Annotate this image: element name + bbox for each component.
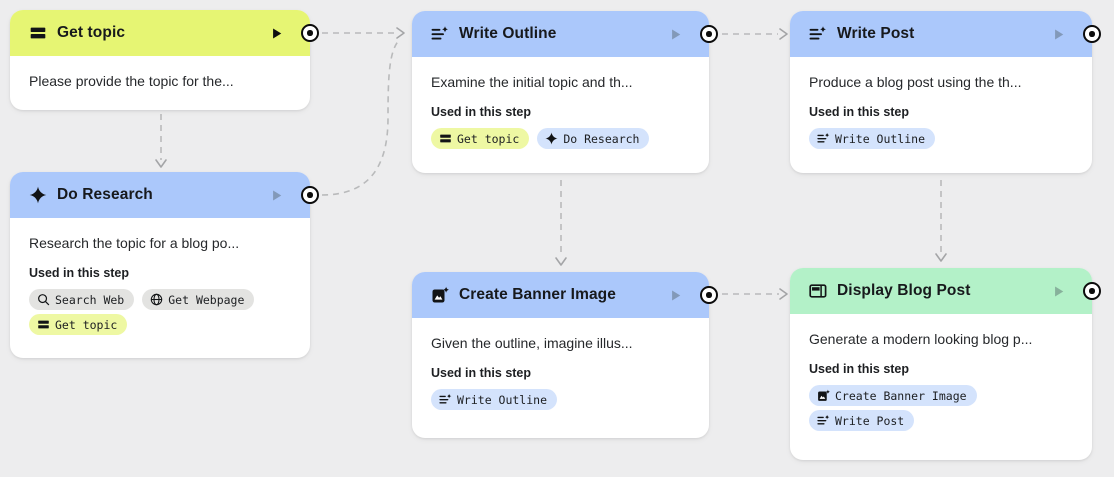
edge-do-research-to-write-outline	[322, 39, 400, 195]
run-step-button[interactable]	[271, 188, 284, 202]
chip-label: Search Web	[55, 293, 124, 307]
write-icon	[817, 414, 830, 427]
node-body: Given the outline, imagine illus... Used …	[412, 318, 709, 410]
reference-chip[interactable]: Write Post	[809, 410, 914, 431]
run-step-button[interactable]	[1053, 284, 1066, 298]
node-body: Examine the initial topic and th... Used …	[412, 57, 709, 149]
chip-label: Write Outline	[835, 132, 925, 146]
write-icon	[817, 132, 830, 145]
chip-label: Get topic	[55, 318, 117, 332]
edge-arrowhead	[556, 258, 566, 265]
run-step-button[interactable]	[670, 288, 683, 302]
node-card-create-banner-image[interactable]: Create Banner Image Given the outline, im…	[412, 272, 709, 438]
node-description: Examine the initial topic and th...	[431, 72, 690, 92]
node-body: Generate a modern looking blog p... Used …	[790, 314, 1092, 431]
write-icon	[431, 25, 449, 43]
output-port[interactable]	[301, 186, 319, 204]
used-in-step-label: Used in this step	[809, 362, 1073, 376]
node-description: Given the outline, imagine illus...	[431, 333, 690, 353]
used-in-step-label: Used in this step	[431, 105, 690, 119]
output-port[interactable]	[1083, 25, 1101, 43]
node-body: Please provide the topic for the...	[10, 56, 310, 91]
node-card-write-outline[interactable]: Write Outline Examine the initial topic a…	[412, 11, 709, 173]
used-in-step-label: Used in this step	[431, 366, 690, 380]
chip-label: Write Post	[835, 414, 904, 428]
node-title: Write Post	[837, 25, 914, 43]
node-header[interactable]: Write Post	[790, 11, 1092, 57]
node-header[interactable]: Do Research	[10, 172, 310, 218]
sparkle-icon	[545, 132, 558, 145]
output-port[interactable]	[301, 24, 319, 42]
node-card-get-topic[interactable]: Get topic Please provide the topic for th…	[10, 10, 310, 110]
reference-chip[interactable]: Create Banner Image	[809, 385, 977, 406]
chip-list: Write Outline	[809, 128, 1073, 149]
reference-chip[interactable]: Write Outline	[431, 389, 557, 410]
chip-label: Create Banner Image	[835, 389, 967, 403]
image-gen-icon	[431, 286, 449, 304]
chip-list: Write Outline	[431, 389, 690, 410]
reference-chip[interactable]: Get topic	[29, 314, 127, 335]
sparkle-icon	[29, 186, 47, 204]
workflow-canvas[interactable]: Get topic Please provide the topic for th…	[0, 0, 1114, 477]
node-title: Write Outline	[459, 25, 556, 43]
node-card-write-post[interactable]: Write Post Produce a blog post using the …	[790, 11, 1092, 173]
node-card-do-research[interactable]: Do Research Research the topic for a blog…	[10, 172, 310, 358]
edge-arrowhead	[780, 29, 787, 39]
globe-icon	[150, 293, 163, 306]
reference-chip[interactable]: Get topic	[431, 128, 529, 149]
node-header[interactable]: Create Banner Image	[412, 272, 709, 318]
node-description: Produce a blog post using the th...	[809, 72, 1073, 92]
chip-label: Get topic	[457, 132, 519, 146]
used-in-step-label: Used in this step	[809, 105, 1073, 119]
run-step-button[interactable]	[1053, 27, 1066, 41]
run-step-button[interactable]	[271, 26, 284, 40]
output-port[interactable]	[700, 25, 718, 43]
input-text-icon	[37, 318, 50, 331]
output-port[interactable]	[700, 286, 718, 304]
used-in-step-label: Used in this step	[29, 266, 291, 280]
chip-label: Write Outline	[457, 393, 547, 407]
node-header[interactable]: Display Blog Post	[790, 268, 1092, 314]
node-card-display-blog-post[interactable]: Display Blog Post Generate a modern looki…	[790, 268, 1092, 460]
node-description: Research the topic for a blog po...	[29, 233, 291, 253]
node-body: Research the topic for a blog po... Used …	[10, 218, 310, 335]
edge-arrowhead	[397, 28, 404, 38]
input-text-icon	[439, 132, 452, 145]
node-body: Produce a blog post using the th... Used …	[790, 57, 1092, 149]
edge-arrowhead	[156, 160, 166, 167]
node-title: Create Banner Image	[459, 286, 616, 304]
layout-icon	[809, 282, 827, 300]
node-title: Display Blog Post	[837, 282, 970, 300]
chip-list: Get topic Do Research	[431, 128, 690, 149]
node-title: Get topic	[57, 24, 125, 42]
write-icon	[439, 393, 452, 406]
node-header[interactable]: Get topic	[10, 10, 310, 56]
edge-arrowhead	[780, 289, 787, 299]
output-port[interactable]	[1083, 282, 1101, 300]
reference-chip[interactable]: Write Outline	[809, 128, 935, 149]
search-icon	[37, 293, 50, 306]
reference-chip[interactable]: Do Research	[537, 128, 649, 149]
chip-list: Search Web Get Webpage Get topic	[29, 289, 291, 335]
chip-list: Create Banner Image Write Post	[809, 385, 1073, 431]
chip-label: Do Research	[563, 132, 639, 146]
input-text-icon	[29, 24, 47, 42]
run-step-button[interactable]	[670, 27, 683, 41]
reference-chip[interactable]: Get Webpage	[142, 289, 254, 310]
reference-chip[interactable]: Search Web	[29, 289, 134, 310]
node-description: Generate a modern looking blog p...	[809, 329, 1073, 349]
node-header[interactable]: Write Outline	[412, 11, 709, 57]
node-title: Do Research	[57, 186, 153, 204]
node-description: Please provide the topic for the...	[29, 71, 291, 91]
edge-arrowhead	[936, 254, 946, 261]
write-icon	[809, 25, 827, 43]
chip-label: Get Webpage	[168, 293, 244, 307]
image-gen-icon	[817, 389, 830, 402]
